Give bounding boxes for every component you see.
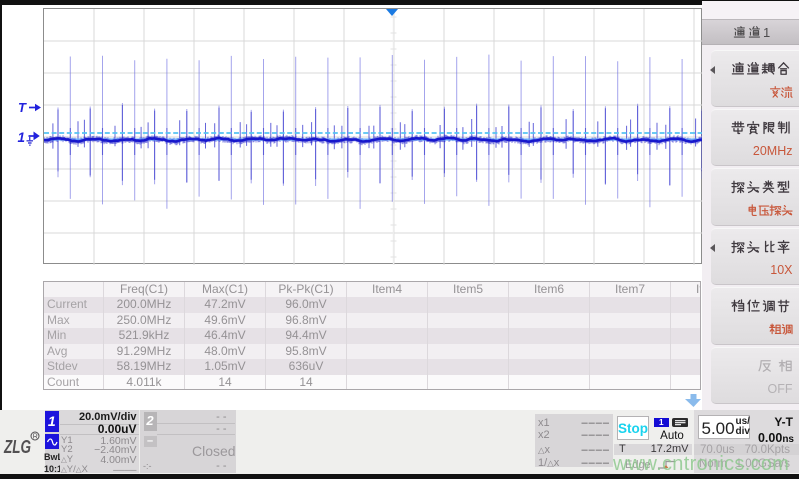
svg-text:R: R	[33, 434, 38, 441]
svg-text:ZLG: ZLG	[3, 437, 31, 457]
